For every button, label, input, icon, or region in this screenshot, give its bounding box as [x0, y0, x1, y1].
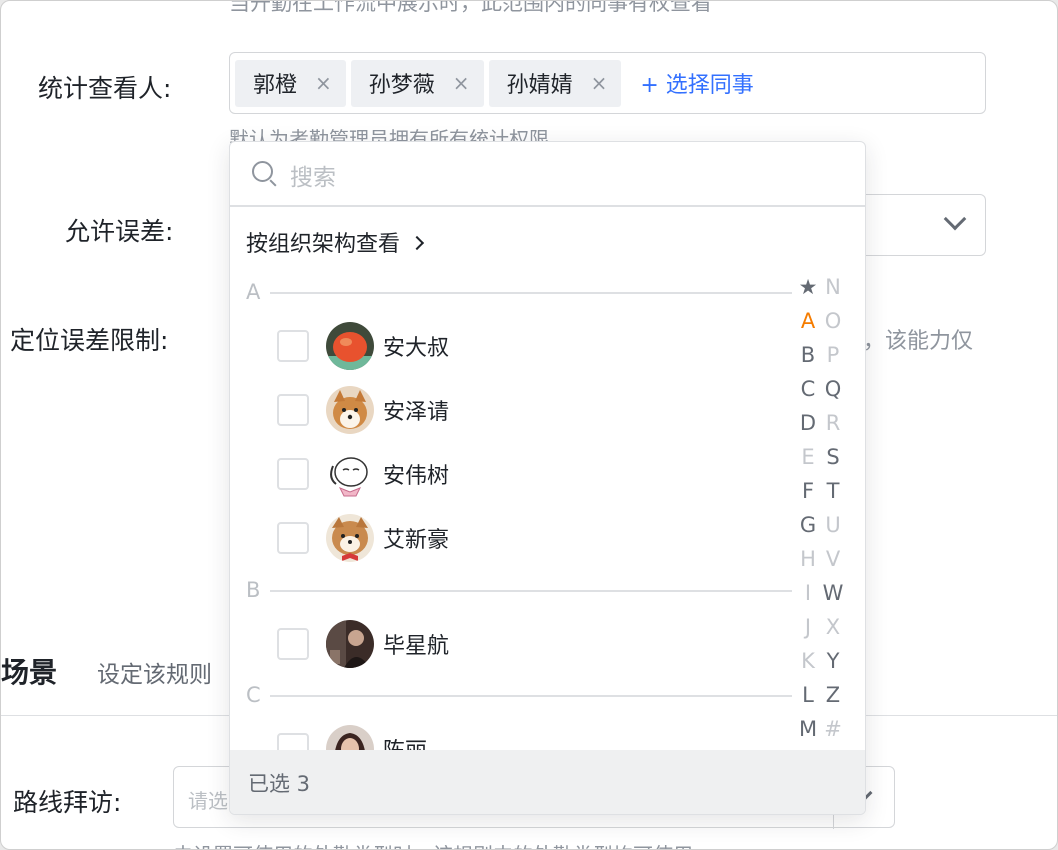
- tag-label: 孙婧婧: [506, 73, 573, 98]
- group-letter: B: [246, 578, 261, 602]
- person-name: 安伟树: [383, 464, 450, 489]
- remove-tag-icon[interactable]: ×: [591, 71, 608, 95]
- index-letter[interactable]: J: [797, 615, 819, 639]
- stat-viewer-field[interactable]: 郭橙 × 孙梦薇 × 孙婧婧 × + 选择同事: [229, 52, 986, 114]
- index-letter[interactable]: F: [797, 479, 819, 503]
- list-item[interactable]: 安大叔: [277, 321, 449, 371]
- settings-page: 当开勤在工作流中展示时，此范围内的同事有权查看 统计查看人: 郭橙 × 孙梦薇 …: [0, 0, 1058, 850]
- route-visit-label: 路线拜访:: [13, 788, 122, 817]
- index-letter[interactable]: Q: [822, 377, 844, 401]
- top-hint: 当开勤在工作流中展示时，此范围内的同事有权查看: [229, 0, 712, 15]
- search-icon: [252, 161, 273, 182]
- index-letter[interactable]: V: [822, 547, 844, 571]
- list-item[interactable]: 安泽请: [277, 385, 449, 435]
- tolerance-select[interactable]: [856, 194, 986, 256]
- route-placeholder: 请选: [188, 789, 228, 813]
- index-letter[interactable]: K: [797, 649, 819, 673]
- location-limit-desc: ，该能力仅: [863, 329, 974, 354]
- group-letter: A: [246, 280, 261, 304]
- group-divider: [270, 292, 792, 294]
- location-limit-label: 定位误差限制:: [10, 326, 169, 355]
- shiba-avatar: [326, 386, 374, 434]
- org-structure-link[interactable]: 按组织架构查看: [246, 226, 425, 258]
- search-bar[interactable]: 搜索: [230, 142, 865, 207]
- search-input[interactable]: 搜索: [290, 158, 336, 192]
- list-item[interactable]: 艾新豪: [277, 513, 449, 563]
- org-structure-label: 按组织架构查看: [246, 232, 401, 257]
- selection-footer: 已选 3: [230, 750, 865, 814]
- person-name: 毕星航: [383, 634, 450, 659]
- index-letter[interactable]: S: [822, 445, 844, 469]
- index-letter[interactable]: H: [797, 547, 819, 571]
- bottom-hint: 未设置可使用的外勤类型时，该规则中的外勤类型均可使用: [173, 839, 693, 849]
- group-letter: C: [246, 683, 261, 707]
- index-letter[interactable]: O: [822, 309, 844, 333]
- index-letter[interactable]: #: [822, 717, 844, 741]
- index-letter[interactable]: M: [797, 717, 819, 741]
- orange-avatar: [326, 322, 374, 370]
- tag-chip: 孙婧婧 ×: [488, 59, 622, 107]
- index-letter[interactable]: P: [822, 343, 844, 367]
- index-letter[interactable]: D: [797, 411, 819, 435]
- index-letter[interactable]: C: [797, 377, 819, 401]
- photo-avatar: [326, 620, 374, 668]
- checkbox[interactable]: [277, 522, 309, 554]
- list-item[interactable]: 毕星航: [277, 619, 449, 669]
- index-letter[interactable]: R: [822, 411, 844, 435]
- person-name: 安大叔: [383, 336, 450, 361]
- index-letter[interactable]: B: [797, 343, 819, 367]
- person-name: 安泽请: [383, 400, 450, 425]
- index-letter[interactable]: T: [822, 479, 844, 503]
- index-letter[interactable]: E: [797, 445, 819, 469]
- tag-label: 郭橙: [253, 73, 298, 98]
- checkbox[interactable]: [277, 628, 309, 660]
- tag-label: 孙梦薇: [368, 73, 435, 98]
- group-divider: [270, 695, 792, 697]
- list-item[interactable]: 安伟树: [277, 449, 449, 499]
- index-letter[interactable]: W: [822, 581, 844, 605]
- tag-chip: 孙梦薇 ×: [350, 59, 484, 107]
- person-name: 艾新豪: [383, 528, 450, 553]
- index-letter[interactable]: L: [797, 683, 819, 707]
- choose-colleague-link[interactable]: + 选择同事: [640, 67, 753, 99]
- shiba-bowtie-avatar: [326, 514, 374, 562]
- index-letter[interactable]: U: [822, 513, 844, 537]
- tag-chip: 郭橙 ×: [235, 59, 346, 107]
- section-desc: 设定该规则: [97, 662, 212, 688]
- index-letter[interactable]: G: [797, 513, 819, 537]
- index-star[interactable]: ★: [797, 275, 819, 299]
- chevron-right-icon: [409, 235, 425, 251]
- cartoon-dog-avatar: [326, 450, 374, 498]
- index-letter[interactable]: Z: [822, 683, 844, 707]
- index-letter[interactable]: N: [822, 275, 844, 299]
- chevron-down-icon: [943, 207, 967, 231]
- tolerance-label: 允许误差:: [65, 217, 174, 246]
- index-letter[interactable]: I: [797, 581, 819, 605]
- section-title: 场景: [1, 656, 58, 689]
- member-picker-popup: 搜索 按组织架构查看 A 安大叔 安泽请 安伟树 艾新豪 B 毕星航 C ★ A…: [229, 141, 866, 815]
- index-letter[interactable]: X: [822, 615, 844, 639]
- remove-tag-icon[interactable]: ×: [453, 71, 470, 95]
- group-divider: [270, 590, 792, 592]
- remove-tag-icon[interactable]: ×: [315, 71, 332, 95]
- checkbox[interactable]: [277, 394, 309, 426]
- selected-count: 已选 3: [248, 772, 311, 796]
- stat-viewer-label: 统计查看人:: [38, 74, 172, 103]
- index-letter[interactable]: Y: [822, 649, 844, 673]
- checkbox[interactable]: [277, 330, 309, 362]
- checkbox[interactable]: [277, 458, 309, 490]
- index-letter[interactable]: A: [797, 309, 819, 333]
